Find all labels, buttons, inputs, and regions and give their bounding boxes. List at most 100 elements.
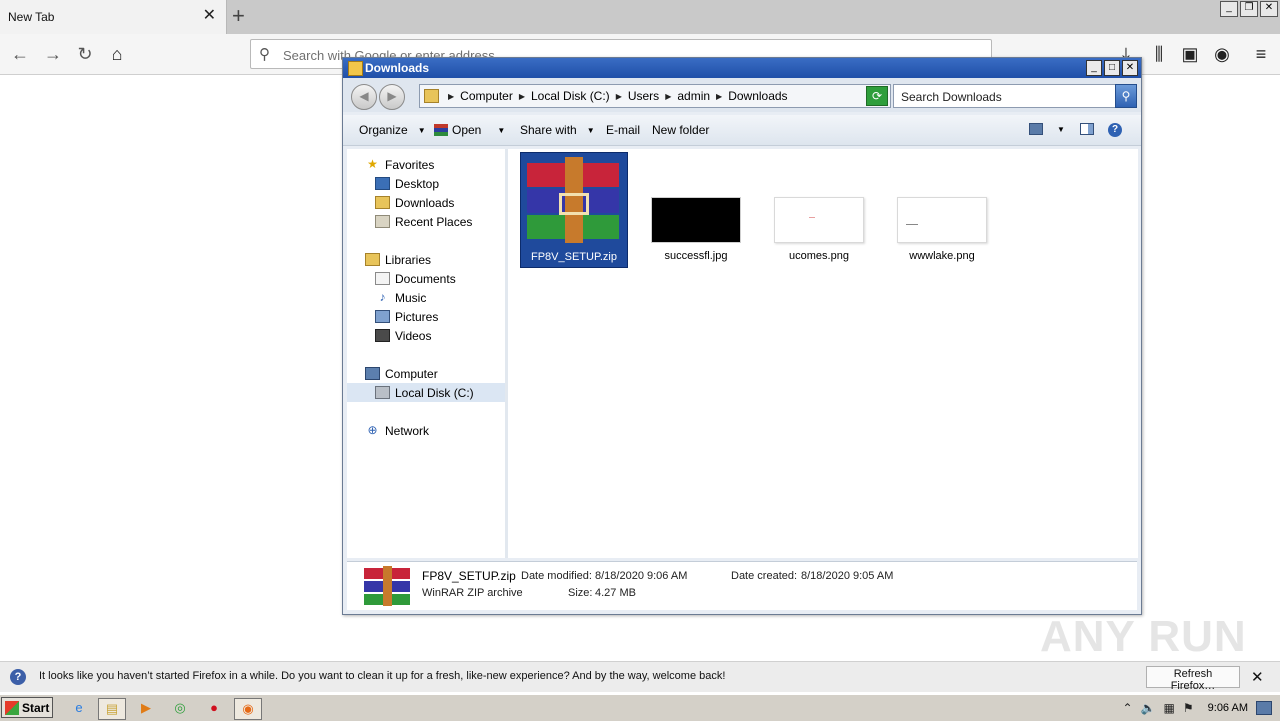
nav-music-label: Music: [395, 290, 427, 305]
media-player-icon[interactable]: ▶: [133, 698, 159, 718]
breadcrumb-users[interactable]: Users: [628, 89, 659, 103]
restore-button[interactable]: ❐: [1240, 1, 1258, 17]
nav-music[interactable]: ♪ Music: [347, 288, 505, 307]
clock: 9:06 AM: [1207, 702, 1248, 714]
file-item[interactable]: ucomes.png: [766, 152, 872, 266]
tab-close-icon[interactable]: ✕: [203, 8, 216, 24]
explorer-maximize-button[interactable]: □: [1104, 60, 1120, 76]
reload-icon[interactable]: ↻: [74, 43, 96, 65]
search-box[interactable]: [893, 84, 1117, 108]
refresh-button[interactable]: ⟳: [866, 86, 888, 106]
chrome-icon[interactable]: ◎: [167, 698, 193, 718]
tab-new-tab[interactable]: New Tab ✕: [0, 0, 227, 34]
help-icon: ?: [10, 669, 26, 685]
file-explorer-icon[interactable]: ▤: [98, 698, 126, 720]
videos-icon: [375, 329, 390, 342]
back-arrow-icon[interactable]: ←: [9, 43, 31, 65]
share-with-button[interactable]: Share with ▼: [520, 123, 595, 137]
explorer-forward-button[interactable]: ▶: [379, 84, 405, 110]
winrar-archive-icon: [527, 157, 619, 243]
nav-pictures[interactable]: Pictures: [347, 307, 505, 326]
file-name: ucomes.png: [789, 250, 849, 262]
nav-downloads[interactable]: Downloads: [347, 193, 505, 212]
chevron-down-icon: ▼: [1057, 124, 1065, 134]
start-label: Start: [22, 700, 50, 715]
nav-favorites[interactable]: ★ Favorites: [347, 155, 505, 174]
start-button[interactable]: Start: [1, 697, 53, 718]
favorites-group: ★ Favorites Desktop Downloads Recent Pla…: [347, 155, 505, 231]
nav-local-disk[interactable]: Local Disk (C:): [347, 383, 505, 402]
chevron-up-icon[interactable]: ⌃: [1123, 701, 1133, 715]
breadcrumb-admin[interactable]: admin: [677, 89, 710, 103]
file-item[interactable]: FP8V_SETUP.zip: [520, 152, 628, 268]
close-icon[interactable]: ✕: [1251, 668, 1264, 686]
help-button[interactable]: ?: [1108, 123, 1122, 137]
nav-downloads-label: Downloads: [395, 195, 455, 210]
address-row: ◀ ▶ ▶ Computer ▶ Local Disk (C:) ▶ Users…: [343, 78, 1141, 112]
chevron-right-icon[interactable]: ▶: [616, 92, 622, 101]
details-created-value: 8/18/2020 9:05 AM: [801, 570, 894, 582]
nav-network-label: Network: [385, 423, 430, 438]
explorer-minimize-button[interactable]: _: [1086, 60, 1102, 76]
new-folder-button[interactable]: New folder: [652, 123, 709, 137]
nav-desktop[interactable]: Desktop: [347, 174, 505, 193]
organize-button[interactable]: Organize ▼: [359, 123, 426, 137]
new-tab-button[interactable]: +: [232, 5, 245, 27]
address-bar[interactable]: ▶ Computer ▶ Local Disk (C:) ▶ Users ▶ a…: [419, 84, 891, 108]
winrar-archive-icon: [364, 566, 410, 606]
explorer-titlebar[interactable]: Downloads _ □ ✕: [343, 58, 1141, 78]
explorer-close-button[interactable]: ✕: [1122, 60, 1138, 76]
file-item[interactable]: successfl.jpg: [643, 152, 749, 266]
search-input[interactable]: [899, 88, 1113, 106]
flag-icon[interactable]: ⚑: [1183, 701, 1194, 715]
details-modified-value: 8/18/2020 9:06 AM: [595, 570, 688, 582]
opera-icon[interactable]: ●: [201, 698, 227, 718]
refresh-firefox-button[interactable]: Refresh Firefox…: [1146, 666, 1240, 692]
explorer-window-controls: _ □ ✕: [1086, 60, 1138, 76]
close-button[interactable]: ✕: [1260, 1, 1278, 17]
window-title: Downloads: [365, 61, 430, 75]
help-icon: ?: [1108, 123, 1122, 137]
nav-recent-places[interactable]: Recent Places: [347, 212, 505, 231]
email-button[interactable]: E-mail: [606, 123, 640, 137]
email-label: E-mail: [606, 123, 641, 137]
nav-libraries[interactable]: Libraries: [347, 250, 505, 269]
breadcrumb-computer[interactable]: Computer: [460, 89, 513, 103]
windows-logo-icon: [5, 700, 19, 715]
library-icon[interactable]: ⫼: [1148, 43, 1170, 65]
nav-videos[interactable]: Videos: [347, 326, 505, 345]
libraries-group: Libraries Documents ♪ Music Pictures Vid…: [347, 250, 505, 345]
home-icon[interactable]: ⌂: [106, 43, 128, 65]
chevron-right-icon[interactable]: ▶: [519, 92, 525, 101]
network-tray-icon[interactable]: ▦: [1164, 701, 1175, 715]
open-button[interactable]: Open ▼: [434, 123, 505, 137]
preview-pane-button[interactable]: [1080, 123, 1094, 135]
view-options-button[interactable]: ▼: [1029, 123, 1065, 135]
volume-icon[interactable]: 🔈: [1141, 701, 1156, 715]
anyrun-watermark: ANY RUN: [1040, 612, 1247, 661]
computer-icon: [365, 367, 380, 380]
downloads-folder-icon: [375, 196, 390, 209]
search-icon[interactable]: ⚲: [1115, 84, 1137, 108]
explorer-back-button[interactable]: ◀: [351, 84, 377, 110]
nav-computer[interactable]: Computer: [347, 364, 505, 383]
internet-explorer-icon[interactable]: e: [66, 698, 92, 718]
chevron-down-icon[interactable]: ▼: [497, 126, 505, 135]
nav-documents[interactable]: Documents: [347, 269, 505, 288]
winrar-icon: [434, 124, 448, 136]
breadcrumb-downloads[interactable]: Downloads: [728, 89, 787, 103]
breadcrumb-local-disk[interactable]: Local Disk (C:): [531, 89, 610, 103]
image-thumbnail: [774, 197, 864, 243]
chevron-right-icon[interactable]: ▶: [665, 92, 671, 101]
file-item[interactable]: wwwlake.png: [889, 152, 995, 266]
account-icon[interactable]: ◉: [1211, 43, 1233, 65]
documents-icon: [375, 272, 390, 285]
chevron-right-icon[interactable]: ▶: [716, 92, 722, 101]
nav-network[interactable]: ⊕ Network: [347, 421, 505, 440]
minimize-button[interactable]: _: [1220, 1, 1238, 17]
show-desktop-icon[interactable]: [1256, 701, 1272, 715]
menu-icon[interactable]: ≡: [1250, 43, 1272, 65]
forward-arrow-icon[interactable]: →: [42, 43, 64, 65]
firefox-icon[interactable]: ◉: [234, 698, 262, 720]
sidebar-icon[interactable]: ▣: [1179, 43, 1201, 65]
